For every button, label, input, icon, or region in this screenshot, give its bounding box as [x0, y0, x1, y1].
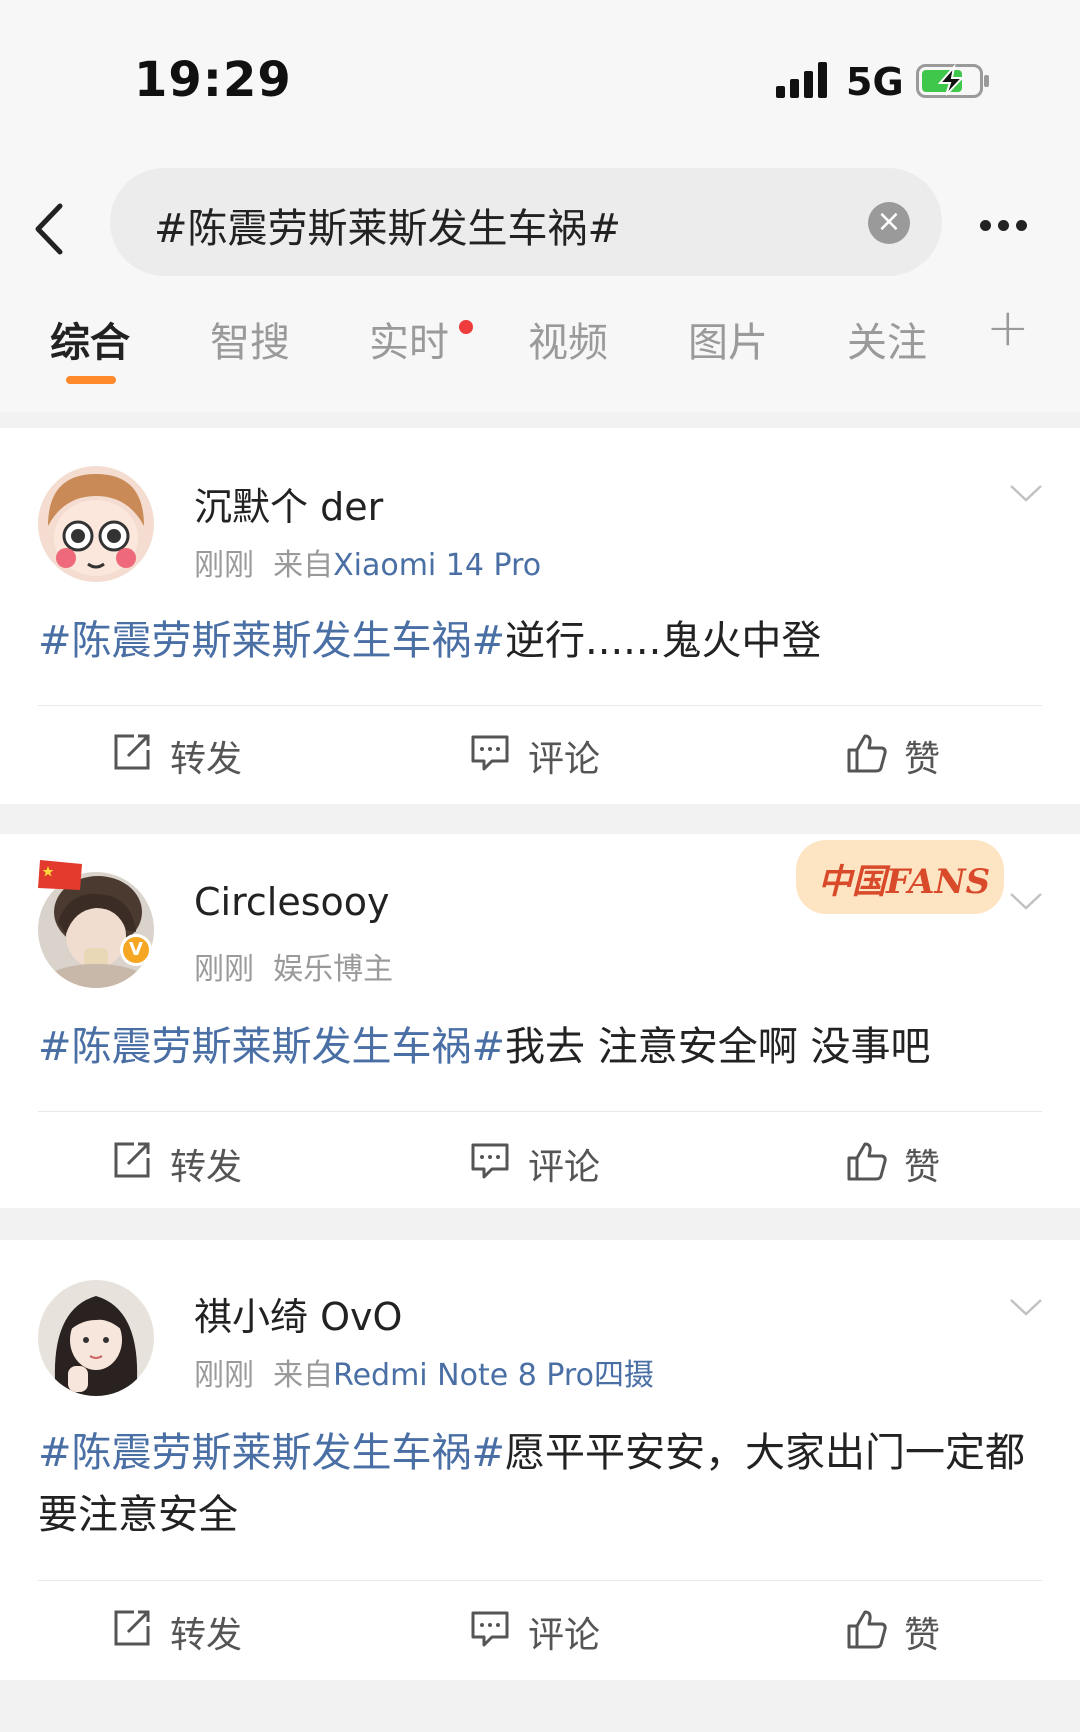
username[interactable]: Circlesooy [194, 880, 390, 924]
user-role: 娱乐博主 [273, 952, 394, 987]
post-card[interactable]: V Circlesooy 刚刚 娱乐博主 中国FANS #陈震劳斯莱斯发生车祸#… [0, 834, 1080, 1208]
search-query: #陈震劳斯莱斯发生车祸# [154, 206, 622, 252]
comment-label: 评论 [528, 1147, 601, 1188]
avatar[interactable] [38, 466, 154, 582]
repost-icon [114, 1610, 150, 1646]
post-content[interactable]: #陈震劳斯莱斯发生车祸#逆行......鬼火中登 [38, 610, 1048, 672]
signal-icon [776, 62, 827, 98]
tab-images[interactable]: 图片 [688, 310, 768, 368]
clock: 19:29 [134, 52, 292, 108]
repost-label: 转发 [170, 1615, 243, 1656]
post-meta: 刚刚 娱乐博主 [194, 944, 393, 988]
post-text: 逆行......鬼火中登 [505, 618, 822, 664]
tab-video[interactable]: 视频 [528, 310, 608, 368]
china-fans-badge[interactable]: 中国FANS [796, 840, 1004, 914]
tab-following[interactable]: 关注 [847, 310, 927, 368]
divider [38, 705, 1042, 706]
username[interactable]: 沉默个 der [194, 476, 383, 531]
repost-icon [114, 734, 150, 770]
like-label: 赞 [904, 1147, 941, 1188]
post-source: Xiaomi 14 Pro [333, 548, 542, 583]
from-label: 来自 [273, 1358, 334, 1393]
comment-label: 评论 [528, 1615, 601, 1656]
post-time: 刚刚 [194, 548, 254, 583]
like-label: 赞 [904, 1615, 941, 1656]
back-icon[interactable] [26, 194, 76, 264]
weibo-search-page: 19:29 5G #陈震劳斯莱斯发生车祸# × 综合 智搜 实时 视频 图片 关… [0, 0, 1080, 1732]
realtime-notification-dot [459, 320, 473, 334]
post-meta: 刚刚 来自Redmi Note 8 Pro四摄 [194, 1350, 654, 1394]
status-bar: 19:29 5G [0, 0, 1080, 150]
battery-charging-icon [916, 64, 989, 98]
post-card[interactable]: 祺小绮 OvO 刚刚 来自Redmi Note 8 Pro四摄 #陈震劳斯莱斯发… [0, 1240, 1080, 1680]
fans-badge-text: 中国FANS [818, 862, 991, 902]
repost-label: 转发 [170, 1147, 243, 1188]
search-input[interactable]: #陈震劳斯莱斯发生车祸# × [110, 168, 942, 276]
from-label: 来自 [273, 548, 334, 583]
comment-label: 评论 [528, 739, 601, 780]
post-time: 刚刚 [194, 952, 254, 987]
thumbs-up-icon [847, 734, 887, 773]
tab-comprehensive[interactable]: 综合 [50, 310, 130, 368]
network-type: 5G [846, 60, 904, 104]
more-options-icon[interactable] [980, 216, 1040, 240]
hashtag-link[interactable]: #陈震劳斯莱斯发生车祸# [38, 1024, 505, 1070]
search-header: #陈震劳斯莱斯发生车祸# × 综合 智搜 实时 视频 图片 关注 + [0, 150, 1080, 412]
comment-icon [471, 1143, 509, 1179]
tab-realtime[interactable]: 实时 [369, 310, 449, 368]
username[interactable]: 祺小绮 OvO [194, 1286, 402, 1341]
post-card[interactable]: 沉默个 der 刚刚 来自Xiaomi 14 Pro #陈震劳斯莱斯发生车祸#逆… [0, 428, 1080, 804]
repost-icon [114, 1142, 150, 1178]
search-tabs: 综合 智搜 实时 视频 图片 关注 [0, 310, 1080, 400]
post-time: 刚刚 [194, 1358, 254, 1393]
chevron-down-icon[interactable] [1008, 1296, 1044, 1318]
post-content[interactable]: #陈震劳斯莱斯发生车祸#愿平平安安，大家出门一定都要注意安全 [38, 1422, 1048, 1546]
post-text: 我去 注意安全啊 没事吧 [505, 1024, 931, 1070]
post-meta: 刚刚 来自Xiaomi 14 Pro [194, 540, 541, 584]
post-content[interactable]: #陈震劳斯莱斯发生车祸#我去 注意安全啊 没事吧 [38, 1016, 1048, 1078]
comment-icon [471, 735, 509, 771]
china-flag-icon [38, 860, 82, 890]
thumbs-up-icon [847, 1142, 887, 1181]
thumbs-up-icon [847, 1610, 887, 1649]
divider [38, 1111, 1042, 1112]
comment-icon [471, 1611, 509, 1647]
chevron-down-icon[interactable] [1008, 890, 1044, 912]
post-source: Redmi Note 8 Pro四摄 [333, 1358, 654, 1393]
hashtag-link[interactable]: #陈震劳斯莱斯发生车祸# [38, 618, 505, 664]
active-tab-indicator [66, 376, 116, 384]
divider [38, 1580, 1042, 1581]
hashtag-link[interactable]: #陈震劳斯莱斯发生车祸# [38, 1430, 505, 1476]
avatar[interactable] [38, 1280, 154, 1396]
like-label: 赞 [904, 739, 941, 780]
verified-badge-icon: V [120, 934, 152, 966]
repost-label: 转发 [170, 739, 243, 780]
tab-smart-search[interactable]: 智搜 [210, 310, 290, 368]
chevron-down-icon[interactable] [1008, 482, 1044, 504]
clear-search-icon[interactable]: × [868, 202, 910, 244]
add-tab-icon[interactable]: + [986, 298, 1030, 358]
